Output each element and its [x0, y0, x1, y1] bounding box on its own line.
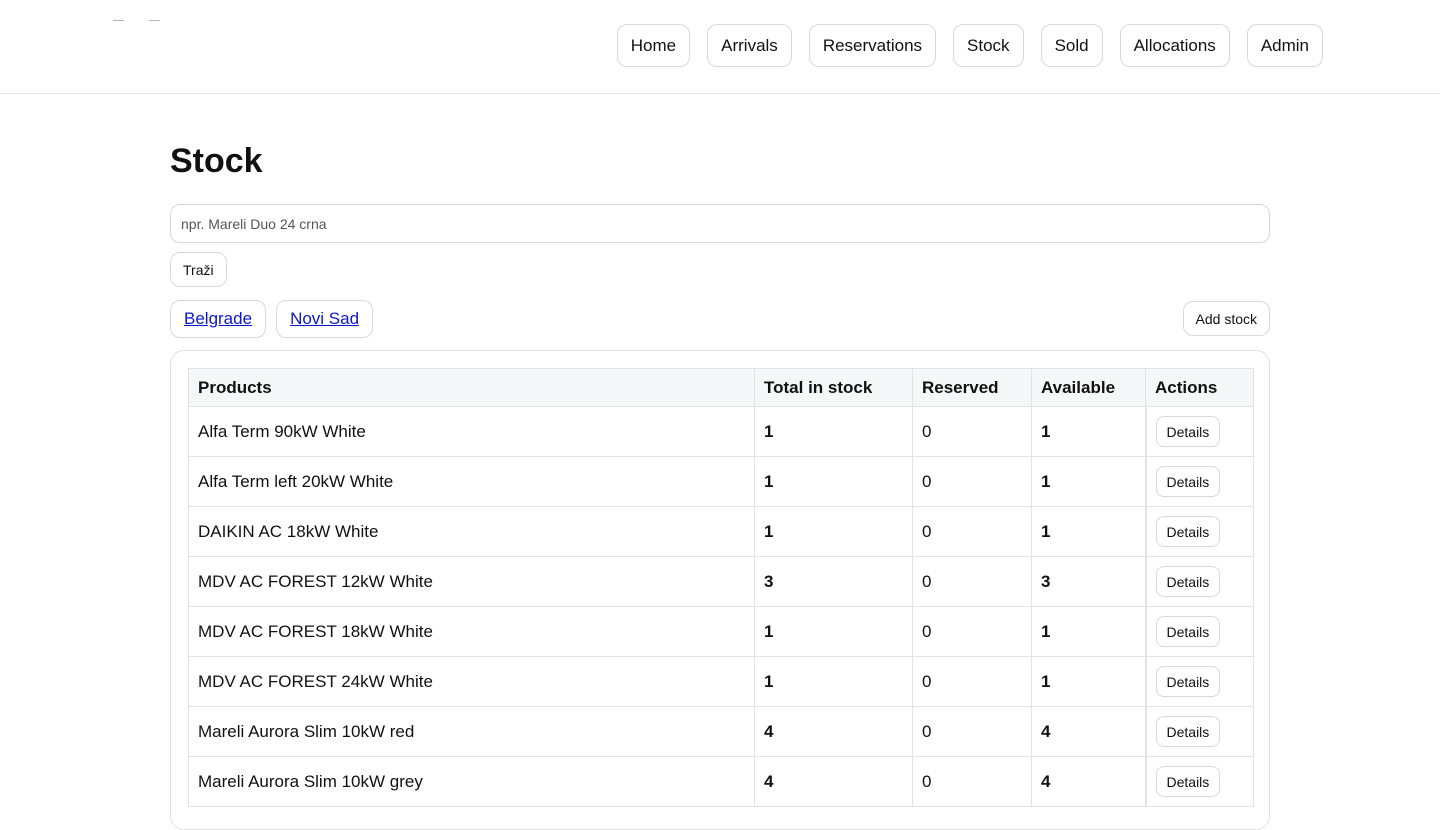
reserved-cell: 0 — [912, 606, 1032, 657]
product-name-cell: MDV AC FOREST 18kW White — [188, 606, 755, 657]
actions-cell: Details — [1144, 506, 1254, 557]
total-in-stock-cell: 3 — [754, 556, 913, 607]
nav-admin-button[interactable]: Admin — [1246, 24, 1323, 67]
available-cell: 1 — [1031, 506, 1146, 557]
actions-cell: Details — [1144, 756, 1254, 807]
available-cell: 1 — [1031, 606, 1146, 657]
reserved-cell: 0 — [912, 706, 1032, 757]
table-row: Alfa Term 90kW White 1 0 1 Details — [188, 406, 1254, 457]
nav-reservations-button[interactable]: Reservations — [808, 24, 937, 67]
table-row: Mareli Aurora Slim 10kW red 4 0 4 Details — [188, 706, 1254, 757]
details-button[interactable]: Details — [1155, 616, 1221, 647]
details-button[interactable]: Details — [1155, 566, 1221, 597]
actions-cell: Details — [1144, 606, 1254, 657]
table-row: MDV AC FOREST 12kW White 3 0 3 Details — [188, 556, 1254, 607]
details-button[interactable]: Details — [1155, 416, 1221, 447]
reserved-cell: 0 — [912, 506, 1032, 557]
search-input[interactable] — [170, 204, 1270, 243]
details-button[interactable]: Details — [1155, 716, 1221, 747]
table-row: MDV AC FOREST 18kW White 1 0 1 Details — [188, 606, 1254, 657]
location-link-novi-sad[interactable]: Novi Sad — [276, 300, 374, 338]
available-cell: 4 — [1031, 756, 1146, 807]
product-name-cell: Mareli Aurora Slim 10kW red — [188, 706, 755, 757]
page-title: Stock — [170, 142, 263, 180]
stock-table-body: Alfa Term 90kW White 1 0 1 Details Alfa Term … — [188, 406, 1254, 807]
available-cell: 1 — [1031, 656, 1146, 707]
table-row: MDV AC FOREST 24kW White 1 0 1 Details — [188, 656, 1254, 707]
actions-cell: Details — [1144, 456, 1254, 507]
add-stock-button[interactable]: Add stock — [1182, 301, 1270, 336]
main-nav: Home Arrivals Reservations Stock Sold Al… — [616, 24, 1323, 67]
nav-allocations-button[interactable]: Allocations — [1119, 24, 1230, 67]
table-row: Alfa Term left 20kW White 1 0 1 Details — [188, 456, 1254, 507]
reserved-cell: 0 — [912, 756, 1032, 807]
top-navigation-bar: Home Arrivals Reservations Stock Sold Al… — [0, 0, 1440, 94]
location-filter: Belgrade Novi Sad — [170, 300, 374, 338]
details-button[interactable]: Details — [1155, 666, 1221, 697]
available-cell: 1 — [1031, 456, 1146, 507]
reserved-cell: 0 — [912, 406, 1032, 457]
column-header-reserved: Reserved — [912, 368, 1032, 407]
total-in-stock-cell: 1 — [754, 406, 913, 457]
column-header-actions: Actions — [1145, 368, 1254, 407]
total-in-stock-cell: 4 — [754, 756, 913, 807]
actions-cell: Details — [1144, 556, 1254, 607]
available-cell: 1 — [1031, 406, 1146, 457]
nav-sold-button[interactable]: Sold — [1040, 24, 1103, 67]
product-name-cell: MDV AC FOREST 12kW White — [188, 556, 755, 607]
stock-table-card: Products Total in stock Reserved Availab… — [170, 350, 1270, 830]
product-name-cell: MDV AC FOREST 24kW White — [188, 656, 755, 707]
table-header-row: Products Total in stock Reserved Availab… — [188, 368, 1254, 407]
nav-home-button[interactable]: Home — [616, 24, 691, 67]
reserved-cell: 0 — [912, 556, 1032, 607]
location-link-belgrade[interactable]: Belgrade — [170, 300, 267, 338]
reserved-cell: 0 — [912, 656, 1032, 707]
total-in-stock-cell: 4 — [754, 706, 913, 757]
available-cell: 3 — [1031, 556, 1146, 607]
actions-cell: Details — [1144, 656, 1254, 707]
column-header-available: Available — [1031, 368, 1146, 407]
table-row: DAIKIN AC 18kW White 1 0 1 Details — [188, 506, 1254, 557]
actions-cell: Details — [1144, 706, 1254, 757]
table-row: Mareli Aurora Slim 10kW grey 4 0 4 Details — [188, 756, 1254, 807]
total-in-stock-cell: 1 — [754, 506, 913, 557]
reserved-cell: 0 — [912, 456, 1032, 507]
total-in-stock-cell: 1 — [754, 606, 913, 657]
product-name-cell: Mareli Aurora Slim 10kW grey — [188, 756, 755, 807]
product-name-cell: Alfa Term 90kW White — [188, 406, 755, 457]
product-name-cell: DAIKIN AC 18kW White — [188, 506, 755, 557]
nav-stock-button[interactable]: Stock — [953, 24, 1024, 67]
available-cell: 4 — [1031, 706, 1146, 757]
column-header-total-in-stock: Total in stock — [754, 368, 913, 407]
stock-table: Products Total in stock Reserved Availab… — [188, 368, 1254, 807]
total-in-stock-cell: 1 — [754, 456, 913, 507]
column-header-products: Products — [188, 368, 755, 407]
details-button[interactable]: Details — [1155, 516, 1221, 547]
total-in-stock-cell: 1 — [754, 656, 913, 707]
actions-cell: Details — [1144, 406, 1254, 457]
product-name-cell: Alfa Term left 20kW White — [188, 456, 755, 507]
details-button[interactable]: Details — [1155, 466, 1221, 497]
details-button[interactable]: Details — [1155, 766, 1221, 797]
search-button[interactable]: Traži — [170, 252, 227, 287]
nav-arrivals-button[interactable]: Arrivals — [707, 24, 792, 67]
